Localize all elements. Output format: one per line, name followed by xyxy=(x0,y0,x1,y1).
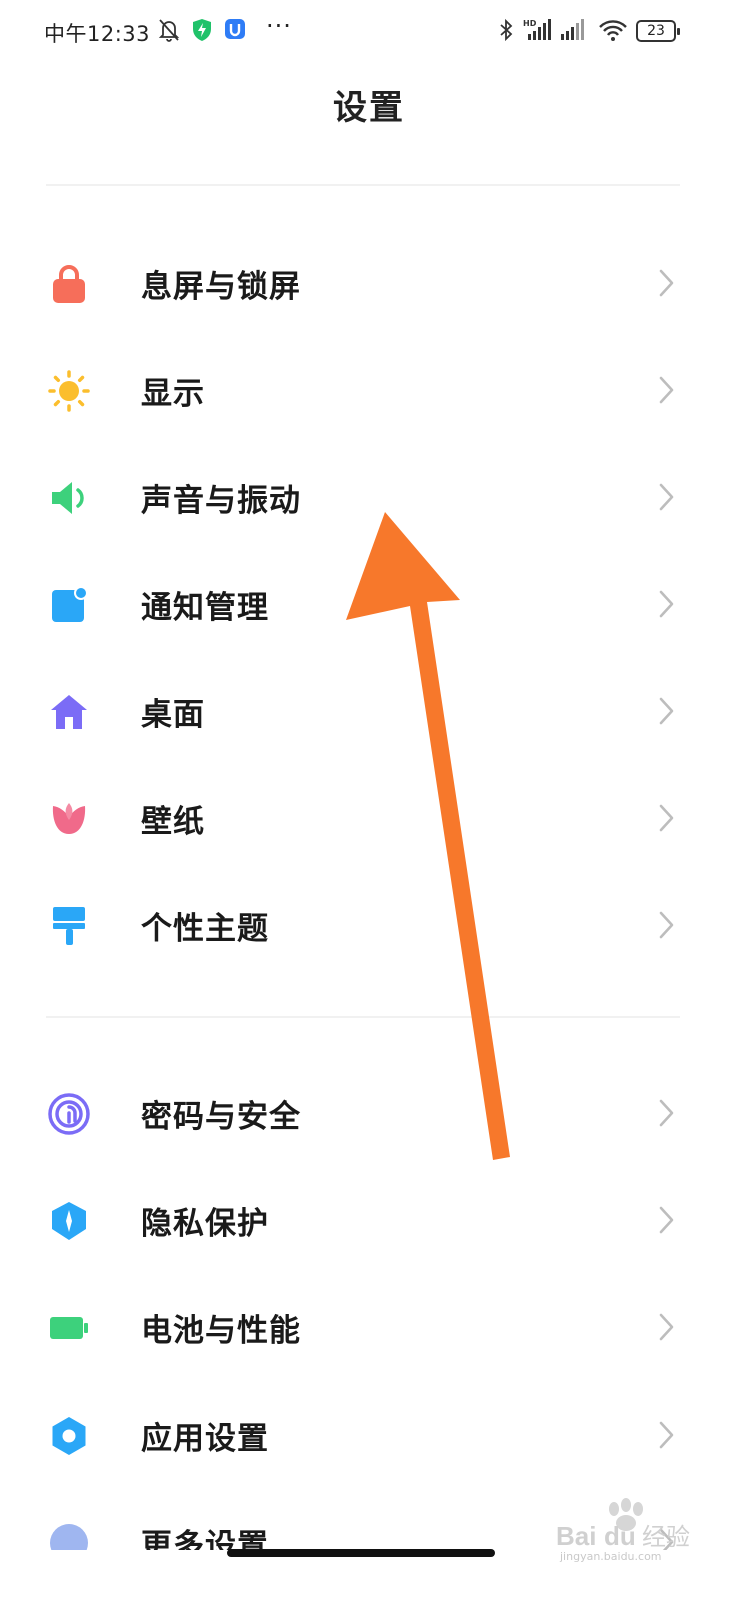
setting-label: 应用设置 xyxy=(141,1421,269,1457)
divider-top xyxy=(46,184,680,186)
setting-home-screen[interactable]: 桌面 xyxy=(0,659,738,759)
svg-text:经验: 经验 xyxy=(642,1523,690,1551)
setting-label: 隐私保护 xyxy=(141,1206,269,1242)
setting-label: 息屏与锁屏 xyxy=(141,269,301,305)
privacy-shield-icon xyxy=(48,1200,90,1242)
chevron-right-icon xyxy=(655,910,677,940)
setting-label: 显示 xyxy=(141,376,205,412)
page-title: 设置 xyxy=(333,88,405,128)
speaker-icon xyxy=(48,477,90,519)
sun-icon xyxy=(48,370,90,412)
wifi-icon xyxy=(598,18,628,46)
chevron-right-icon xyxy=(655,1205,677,1235)
tulip-icon xyxy=(48,798,90,840)
svg-text:Bai: Bai xyxy=(556,1521,596,1551)
setting-label: 壁纸 xyxy=(141,804,205,840)
more-settings-icon xyxy=(48,1522,90,1550)
bluetooth-icon xyxy=(498,18,514,46)
svg-text:du: du xyxy=(604,1521,636,1551)
chevron-right-icon xyxy=(655,1420,677,1450)
lock-icon xyxy=(48,263,90,305)
home-indicator[interactable] xyxy=(227,1549,495,1557)
home-icon xyxy=(48,691,90,733)
setting-display[interactable]: 显示 xyxy=(0,338,738,438)
chevron-right-icon xyxy=(655,1098,677,1128)
setting-notifications[interactable]: 通知管理 xyxy=(0,552,738,652)
chevron-right-icon xyxy=(655,589,677,619)
setting-app-settings[interactable]: 应用设置 xyxy=(0,1383,738,1483)
chevron-right-icon xyxy=(655,268,677,298)
status-time: 中午12:33 xyxy=(44,22,151,46)
divider-group xyxy=(46,1016,680,1018)
fingerprint-icon xyxy=(48,1093,90,1135)
setting-label: 密码与安全 xyxy=(141,1099,301,1135)
gear-icon xyxy=(48,1415,90,1457)
chevron-right-icon xyxy=(655,1312,677,1342)
setting-wallpaper[interactable]: 壁纸 xyxy=(0,766,738,866)
setting-label: 声音与振动 xyxy=(141,483,301,519)
chevron-right-icon xyxy=(655,696,677,726)
setting-label: 桌面 xyxy=(141,697,205,733)
setting-label: 更多设置 xyxy=(141,1528,269,1550)
status-bar: 中午12:33 ··· HD 23 xyxy=(0,0,738,64)
signal-icon xyxy=(560,18,588,46)
setting-privacy[interactable]: 隐私保护 xyxy=(0,1168,738,1268)
signal-hd-icon: HD xyxy=(522,18,552,46)
setting-lock-screen[interactable]: 息屏与锁屏 xyxy=(0,231,738,331)
app-u-icon xyxy=(224,18,246,44)
notification-icon xyxy=(48,584,90,626)
setting-label: 通知管理 xyxy=(141,590,269,626)
setting-password-security[interactable]: 密码与安全 xyxy=(0,1061,738,1161)
setting-label: 电池与性能 xyxy=(141,1313,301,1349)
more-notifications-icon: ··· xyxy=(266,12,292,40)
setting-sound-vibration[interactable]: 声音与振动 xyxy=(0,445,738,545)
chevron-right-icon xyxy=(655,375,677,405)
svg-text:HD: HD xyxy=(523,19,537,28)
setting-label: 个性主题 xyxy=(141,911,269,947)
setting-themes[interactable]: 个性主题 xyxy=(0,873,738,973)
bell-muted-icon xyxy=(158,18,180,46)
shield-app-icon xyxy=(192,18,212,46)
chevron-right-icon xyxy=(655,482,677,512)
battery-indicator: 23 xyxy=(636,20,680,42)
watermark-url: jingyan.baidu.com xyxy=(560,1550,662,1563)
brush-icon xyxy=(48,905,90,947)
setting-battery-performance[interactable]: 电池与性能 xyxy=(0,1275,738,1375)
chevron-right-icon xyxy=(655,803,677,833)
battery-icon xyxy=(48,1307,90,1349)
